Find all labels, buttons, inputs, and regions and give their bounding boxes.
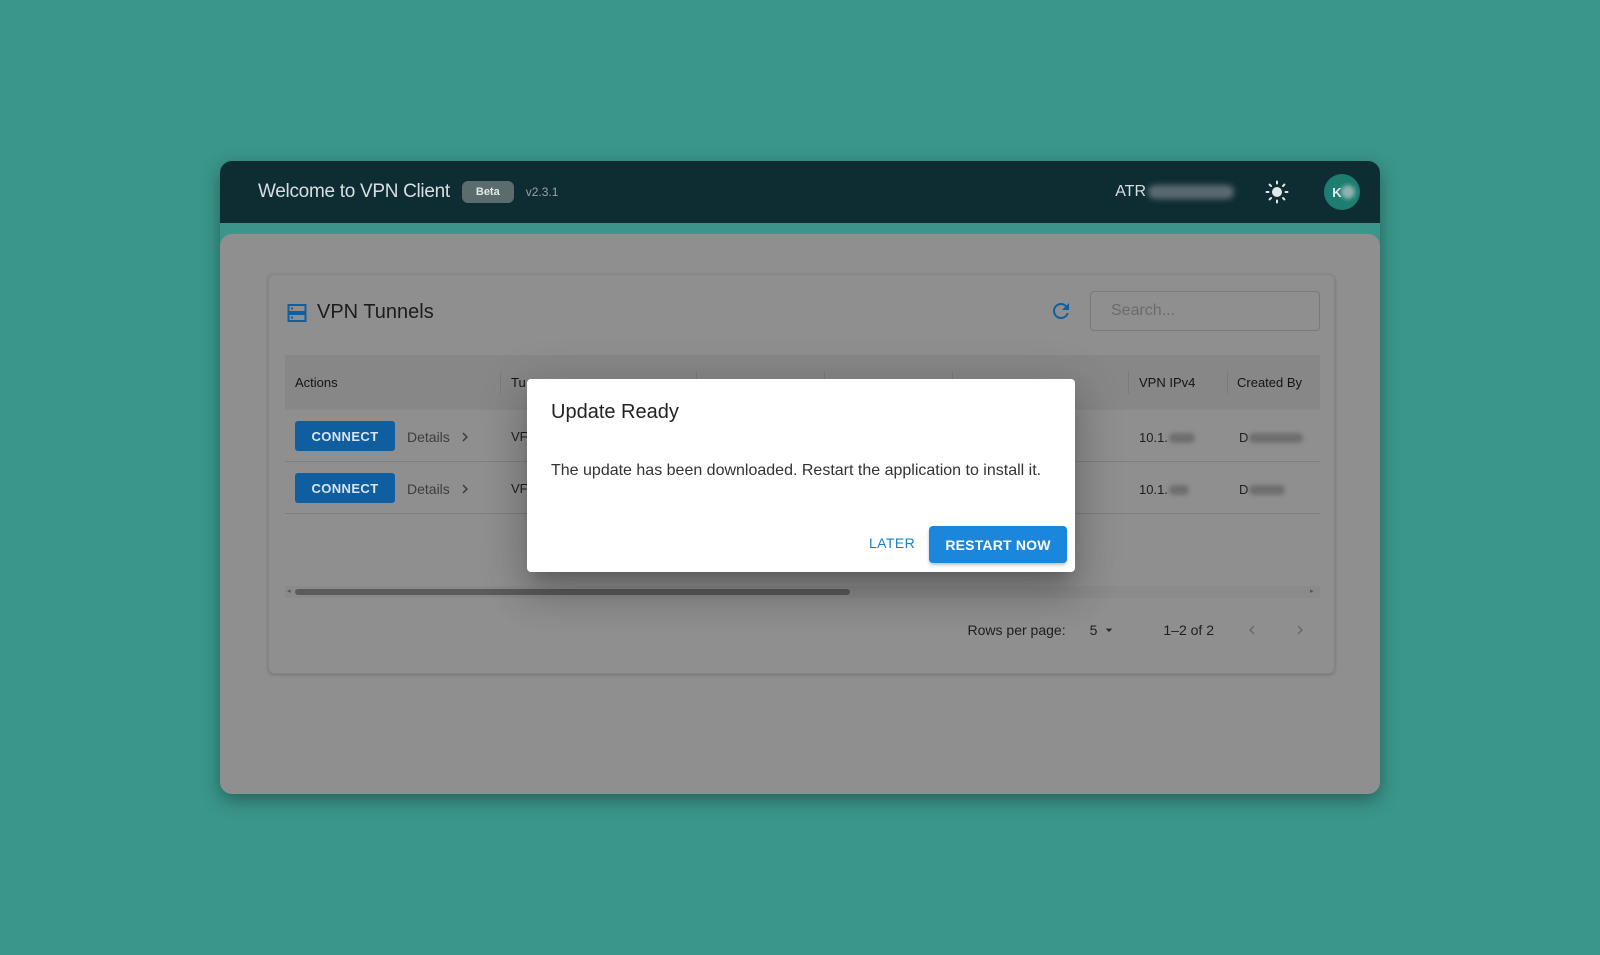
- column-header-created-by[interactable]: Created By: [1237, 355, 1302, 410]
- column-separator: [1227, 372, 1228, 394]
- version-label: v2.3.1: [525, 185, 559, 199]
- card-header: VPN Tunnels: [287, 301, 434, 324]
- created-by-cell: D: [1239, 430, 1304, 445]
- rows-per-page-label: Rows per page:: [967, 622, 1066, 638]
- scrollbar-thumb[interactable]: [295, 589, 850, 595]
- ipv4-redacted: [1168, 432, 1195, 443]
- tenant-label: ATR: [1115, 183, 1234, 201]
- ipv4-prefix: 10.1.: [1139, 430, 1168, 445]
- created-by-redacted: [1249, 484, 1286, 495]
- column-header-vpn-ipv4[interactable]: VPN IPv4: [1139, 355, 1195, 410]
- refresh-button[interactable]: [1049, 299, 1073, 323]
- card-title: VPN Tunnels: [317, 301, 434, 323]
- tunnel-name-cell: VF: [511, 429, 528, 444]
- ipv4-redacted: [1168, 484, 1189, 495]
- theme-toggle-button[interactable]: [1264, 179, 1290, 205]
- column-header-tunnel[interactable]: Tu: [511, 355, 526, 410]
- server-list-icon: [287, 303, 307, 322]
- vpn-ipv4-cell: 10.1.: [1139, 430, 1195, 445]
- dialog-title: Update Ready: [551, 401, 679, 423]
- connect-button[interactable]: CONNECT: [295, 421, 395, 451]
- details-link[interactable]: Details: [407, 480, 474, 498]
- created-by-redacted: [1249, 432, 1304, 443]
- created-by-cell: D: [1239, 482, 1286, 497]
- tenant-text: ATR: [1115, 183, 1146, 200]
- column-header-actions[interactable]: Actions: [295, 355, 338, 410]
- app-title: Welcome to VPN Client: [258, 181, 450, 202]
- title-bar-right: ATR K: [1115, 161, 1360, 223]
- title-bar: Welcome to VPN Client Beta v2.3.1 ATR K: [220, 161, 1380, 223]
- column-separator: [1128, 372, 1129, 394]
- restart-now-button[interactable]: RESTART NOW: [929, 526, 1067, 563]
- pagination: Rows per page: 5 1–2 of 2: [968, 615, 1310, 645]
- connect-button[interactable]: CONNECT: [295, 473, 395, 503]
- avatar[interactable]: K: [1324, 174, 1360, 210]
- dialog-message: The update has been downloaded. Restart …: [551, 462, 1042, 479]
- created-by-prefix: D: [1239, 482, 1249, 497]
- scroll-left-icon[interactable]: ◂: [287, 588, 295, 596]
- tunnel-name-cell: VF: [511, 481, 528, 496]
- details-label: Details: [407, 429, 450, 445]
- next-page-button[interactable]: [1290, 620, 1310, 640]
- avatar-redacted: [1341, 185, 1355, 199]
- chevron-right-icon: [462, 484, 468, 494]
- chevron-right-icon: [1297, 625, 1303, 635]
- rows-per-page-value: 5: [1089, 622, 1098, 638]
- rows-per-page-select[interactable]: 5: [1090, 622, 1118, 638]
- refresh-icon: [1053, 303, 1069, 319]
- details-label: Details: [407, 481, 450, 497]
- sun-icon: [1265, 180, 1289, 204]
- beta-badge: Beta: [461, 181, 514, 203]
- search-input[interactable]: [1090, 291, 1320, 331]
- chevron-left-icon: [1249, 625, 1255, 635]
- later-button[interactable]: LATER: [859, 525, 925, 561]
- previous-page-button[interactable]: [1242, 620, 1262, 640]
- vpn-ipv4-cell: 10.1.: [1139, 482, 1189, 497]
- update-dialog: Update Ready The update has been downloa…: [527, 379, 1075, 572]
- created-by-prefix: D: [1239, 430, 1249, 445]
- ipv4-prefix: 10.1.: [1139, 482, 1168, 497]
- column-separator: [500, 372, 501, 394]
- chevron-right-icon: [462, 432, 468, 442]
- scroll-right-icon[interactable]: ▸: [1310, 588, 1318, 596]
- horizontal-scrollbar[interactable]: ◂ ▸: [285, 586, 1320, 598]
- tenant-redacted: [1148, 185, 1234, 199]
- caret-down-icon: [1106, 628, 1113, 632]
- pagination-range: 1–2 of 2: [1163, 622, 1214, 638]
- details-link[interactable]: Details: [407, 428, 474, 446]
